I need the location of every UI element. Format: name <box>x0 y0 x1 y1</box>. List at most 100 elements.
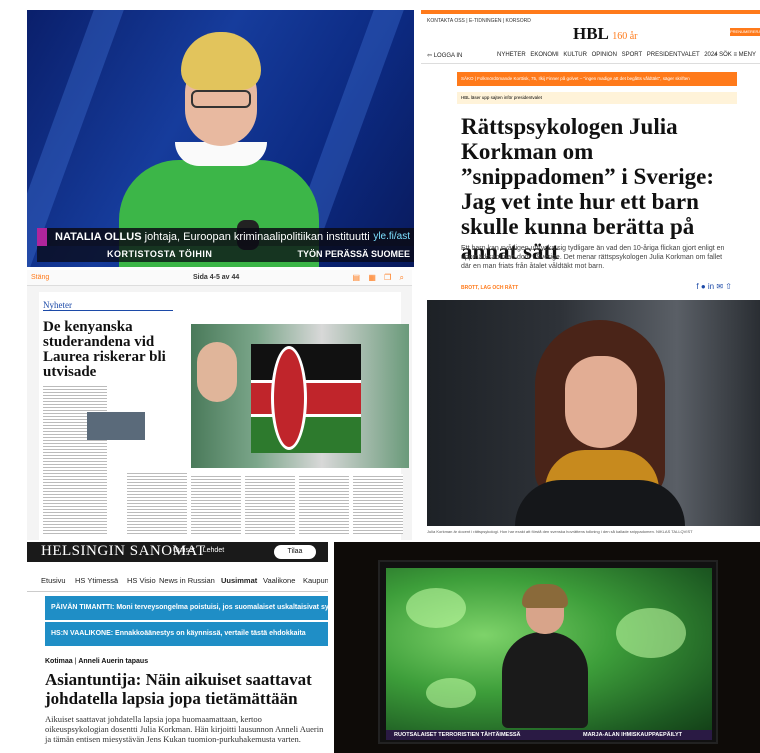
guest-hair <box>522 584 568 608</box>
share-icons: f ● in ✉ ⇧ <box>696 282 732 291</box>
text-column <box>245 474 295 534</box>
epaper-toolbar: Stäng Sida 4-5 av 44 ▤ ▦ ❐ ⌕ <box>27 270 412 286</box>
maasai-shield <box>271 346 307 450</box>
logo-sub: 160 år <box>612 31 638 42</box>
nav-item[interactable]: KULTUR <box>563 52 587 58</box>
speaker-name: NATALIA OLLUS <box>55 231 142 243</box>
masthead-links: Uutiset Lehdet <box>173 547 224 554</box>
tv-screen: RUOTSALAISET TERRORISTIEN TÄHTÄIMESSÄ MA… <box>378 560 718 744</box>
email-icon[interactable]: ✉ <box>716 282 723 291</box>
section-tabs: Etusivu HS Ytimessä HS Visio News in Rus… <box>27 572 328 592</box>
hbl-article: KONTAKTA OSS | E-TIDNINGEN | KORSORD HBL… <box>421 10 760 540</box>
building-photo <box>87 412 145 440</box>
tab-item[interactable]: News in Russian <box>159 576 215 585</box>
article-lede: Aikuiset saattavat johdatella lapsia jop… <box>45 714 324 744</box>
logo-text: HBL <box>573 24 608 43</box>
news-ticker: RUOTSALAISET TERRORISTIEN TÄHTÄIMESSÄ MA… <box>386 730 712 740</box>
hair <box>181 32 261 90</box>
masthead-link[interactable]: Lehdet <box>203 547 224 554</box>
guest-body <box>502 632 588 728</box>
speaker-title: johtaja, Euroopan kriminaalipolitiikan i… <box>144 231 370 243</box>
breaking-news-alert[interactable]: SÄKO | Folkmördömande Korttisk, 75, Ilki… <box>457 72 737 86</box>
article-lede: Ett barn kan svårligen uttrycka sig tydl… <box>461 245 725 270</box>
section-label: Nyheter <box>43 300 173 311</box>
name-caption: NATALIA OLLUS johtaja, Euroopan kriminaa… <box>37 228 414 246</box>
promo-bar-election[interactable]: HS:N VAALIKONE: Ennakkoäänestys on käynn… <box>45 622 328 646</box>
layout-icon[interactable]: ▤ <box>353 273 361 282</box>
photo-coat <box>515 480 685 526</box>
story-right: TYÖN PERÄSSÄ SUOMEE <box>297 249 410 259</box>
grid-icon[interactable]: ▦ <box>368 273 376 282</box>
tab-item[interactable]: Etusivu <box>41 576 66 585</box>
article-kicker: Kotimaa | Anneli Auerin tapaus <box>45 658 149 665</box>
menu-label[interactable]: MENY <box>739 52 756 58</box>
search-label[interactable]: SÖK <box>719 52 732 58</box>
nav-item[interactable]: EKONOMI <box>530 52 558 58</box>
promo-bar-diamond[interactable]: PÄIVÄN TIMANTTI: Moni terveysongelma poi… <box>45 596 328 620</box>
search-icon[interactable]: ⌕ <box>400 273 404 282</box>
linkedin-icon[interactable]: in <box>708 282 714 291</box>
tv-news-still: NATALIA OLLUS johtaja, Euroopan kriminaa… <box>27 10 414 267</box>
tab-item[interactable]: Vaalikone <box>263 576 295 585</box>
article-tag[interactable]: BROTT, LAG OCH RÄTT <box>461 285 518 291</box>
text-column <box>43 384 107 534</box>
article-headline: Rättspsykologen Julia Korkman om ”snippa… <box>461 114 715 264</box>
nav-item[interactable]: PRESIDENTVALET 2024 <box>647 52 718 58</box>
nav-items: NYHETER EKONOMI KULTUR OPINION SPORT PRE… <box>497 52 718 58</box>
tab-item-active[interactable]: Uusimmat <box>221 576 257 585</box>
tab-item[interactable]: HS Visio <box>127 576 156 585</box>
story-left: KORTISTOSTA TÖIHIN <box>107 249 213 259</box>
nav-tools: ⌕ SÖK ≡ MENY <box>714 52 756 59</box>
text-column <box>299 474 349 534</box>
search-icon[interactable]: ⌕ <box>714 52 717 58</box>
tab-item[interactable]: Kaupunk <box>303 576 328 585</box>
subscribe-button[interactable]: PRENUMERERA <box>730 28 760 36</box>
text-column <box>353 474 403 534</box>
epaper-viewer: Stäng Sida 4-5 av 44 ▤ ▦ ❐ ⌕ Nyheter De … <box>27 270 412 540</box>
toolbar-icons: ▤ ▦ ❐ ⌕ <box>353 273 404 283</box>
kicker-topic[interactable]: Anneli Auerin tapaus <box>78 658 148 665</box>
kenya-flag-photo <box>191 324 409 468</box>
twitter-icon[interactable]: ● <box>701 282 706 291</box>
main-nav: ⇦ LOGGA IN NYHETER EKONOMI KULTUR OPINIO… <box>421 48 760 64</box>
leaf-highlight <box>426 678 476 708</box>
copy-icon[interactable]: ❐ <box>384 273 391 282</box>
masthead-link[interactable]: Uutiset <box>173 547 195 554</box>
subscribe-button[interactable]: Tilaa <box>274 545 316 559</box>
page-indicator: Sida 4-5 av 44 <box>193 274 240 281</box>
ticker-left: RUOTSALAISET TERRORISTIEN TÄHTÄIMESSÄ <box>394 732 521 738</box>
close-button[interactable]: Stäng <box>31 274 49 281</box>
login-link[interactable]: ⇦ LOGGA IN <box>427 52 462 59</box>
leaf-highlight <box>616 608 686 658</box>
hs-article: HELSINGIN SANOMAT Uutiset Lehdet Tilaa E… <box>27 542 328 753</box>
nav-item[interactable]: NYHETER <box>497 52 526 58</box>
story-bar: KORTISTOSTA TÖIHIN TYÖN PERÄSSÄ SUOMEE <box>37 246 414 262</box>
hs-masthead: HELSINGIN SANOMAT Uutiset Lehdet Tilaa <box>27 542 328 562</box>
photo-face <box>565 356 637 448</box>
top-links[interactable]: KONTAKTA OSS | E-TIDNINGEN | KORSORD <box>427 18 531 24</box>
nav-item[interactable]: SPORT <box>622 52 642 58</box>
text-column <box>191 474 241 534</box>
glasses <box>191 90 251 108</box>
tab-item[interactable]: HS Ytimessä <box>75 576 118 585</box>
portrait-photo <box>427 300 760 526</box>
page-headline: De kenyanska studerandena vid Laurea ris… <box>43 319 166 380</box>
hbl-logo[interactable]: HBL 160 år <box>573 24 638 44</box>
teaser-banner[interactable]: HBL läser upp sajten inför presidentvale… <box>457 92 737 104</box>
photo-caption: Julia Korkman är docent i rättspsykologi… <box>427 529 693 534</box>
login-label: LOGGA IN <box>433 53 463 59</box>
leaf-highlight <box>406 588 466 628</box>
green-backdrop <box>386 568 712 736</box>
newspaper-spread[interactable]: Nyheter De kenyanska studerandena vid La… <box>39 292 409 540</box>
share-icon[interactable]: ⇧ <box>725 282 732 291</box>
tv-studio-photo: RUOTSALAISET TERRORISTIEN TÄHTÄIMESSÄ MA… <box>334 542 760 753</box>
menu-icon[interactable]: ≡ <box>733 52 737 58</box>
kicker-section[interactable]: Kotimaa <box>45 658 73 665</box>
text-column <box>127 472 187 534</box>
mannequin <box>197 342 237 402</box>
article-headline: Asiantuntija: Näin aikuiset saattavat jo… <box>45 670 312 708</box>
nav-item[interactable]: OPINION <box>592 52 617 58</box>
facebook-icon[interactable]: f <box>696 282 698 291</box>
ticker-right: MARJA-ALAN IHMISKAUPPAEPÄILYT <box>582 732 682 738</box>
caption-accent <box>37 228 47 246</box>
